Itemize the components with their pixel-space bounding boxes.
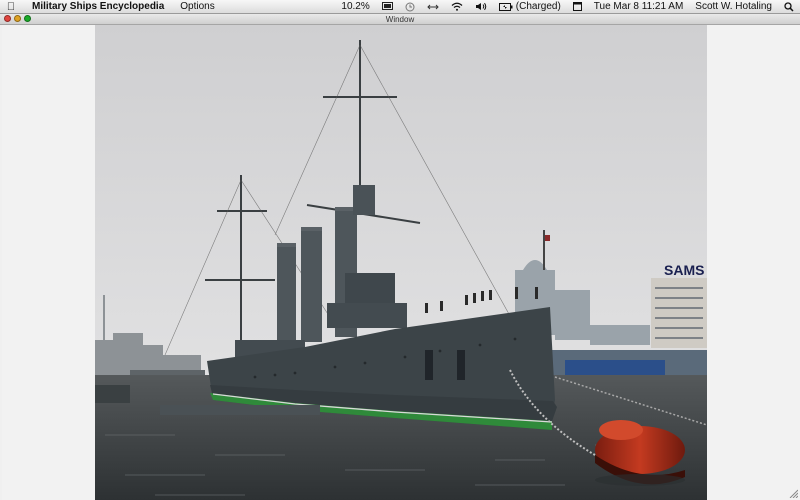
window-title-bar[interactable]: Window [0,14,800,25]
battery-icon [498,2,513,11]
volume-icon[interactable] [469,2,493,11]
building-sign-text: SAMS [664,262,704,278]
display-icon[interactable] [376,2,399,11]
menu-bar:  Military Ships Encyclopedia Options 10… [0,0,800,14]
clock[interactable]: Tue Mar 8 11:21 AM [588,1,690,12]
window-title: Window [385,15,415,24]
wifi-icon[interactable] [445,2,469,11]
menu-options[interactable]: Options [174,1,220,12]
battery-label: (Charged) [515,1,561,12]
cpu-usage[interactable]: 10.2% [335,1,375,12]
ship-photo: SAMS [95,25,707,500]
app-menu-name[interactable]: Military Ships Encyclopedia [22,1,174,12]
resize-grip-icon[interactable] [788,488,798,498]
sync-icon[interactable] [421,3,445,11]
time-machine-icon[interactable] [399,2,421,12]
calendar-icon[interactable] [567,2,588,11]
apple-icon[interactable]:  [0,1,22,13]
battery-status[interactable]: (Charged) [493,1,567,12]
user-name[interactable]: Scott W. Hotaling [689,1,778,12]
window-content: SAMS [2,25,800,500]
spotlight-icon[interactable] [778,1,800,12]
